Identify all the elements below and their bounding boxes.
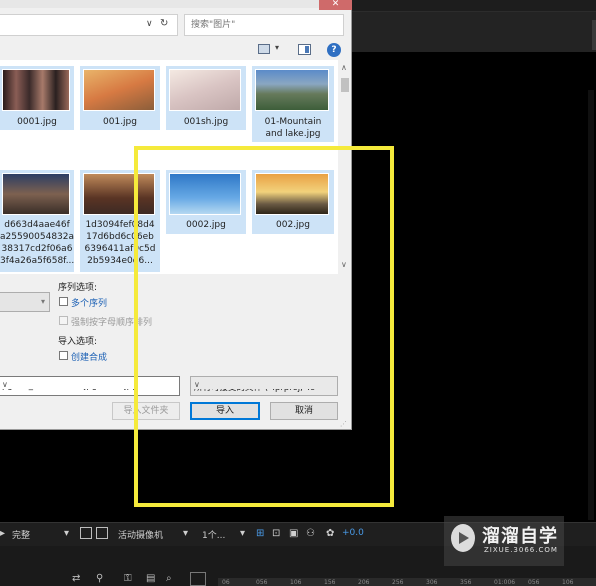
create-composition-label[interactable]: 创建合成 [71, 350, 107, 363]
timeline-tick-label: 056 [528, 579, 540, 586]
change-view-icon[interactable] [258, 44, 270, 54]
file-thumbnail [2, 173, 70, 215]
close-button[interactable]: ✕ [319, 0, 352, 10]
region-icon[interactable] [80, 527, 92, 539]
chevron-down-icon[interactable]: ∨ [146, 16, 156, 32]
refresh-icon[interactable]: ↻ [160, 16, 174, 32]
app-panel-header [350, 12, 596, 52]
lock-icon[interactable]: ⚿ [124, 573, 132, 584]
multi-sequence-label[interactable]: 多个序列 [71, 296, 107, 309]
exposure-icon[interactable]: ✿ [326, 528, 334, 539]
file-name: 001.jpg [103, 117, 137, 127]
view-dropdown-icon[interactable]: ▾ [275, 43, 279, 52]
app-title-bar [350, 0, 596, 12]
dialog-title-bar [0, 0, 352, 8]
file-name-line: 01-Mountain [264, 117, 322, 127]
camera-select[interactable]: 活动摄像机 [118, 528, 163, 541]
help-icon[interactable]: ? [327, 43, 341, 57]
multi-sequence-checkbox[interactable] [59, 297, 68, 306]
watermark-subtitle: ZIXUE.3066.COM [484, 546, 558, 554]
timeline-tick-label: 06 [222, 579, 230, 586]
timeline-tick-label: 206 [358, 579, 370, 586]
transparency-grid-icon[interactable] [96, 527, 108, 539]
resolution-select[interactable]: 完整 [12, 528, 30, 541]
views-select[interactable]: 1个... [202, 528, 225, 541]
file-thumbnail [169, 69, 241, 111]
file-name-line: d663d4aae46f [4, 220, 70, 230]
file-name-line: 38317cd2f06a6 [1, 244, 73, 254]
file-name-line: and lake.jpg [265, 129, 321, 139]
file-name: 01-Mountain and lake.jpg [252, 116, 334, 140]
search-input[interactable] [185, 15, 343, 35]
timeline-tick-label: 306 [426, 579, 438, 586]
format-select[interactable]: ▾ [0, 292, 50, 312]
file-name: 0001.jpg [17, 117, 57, 127]
exposure-value[interactable]: +0.0 [342, 528, 364, 538]
chevron-down-icon[interactable]: ▾ [240, 528, 245, 539]
sequence-options-heading: 序列选项: [58, 283, 98, 293]
file-name-line: a25590054832a [0, 232, 75, 242]
file-name: 001sh.jpg [183, 117, 229, 127]
chevron-down-icon: ▾ [40, 297, 45, 306]
watermark-logo-icon [451, 524, 475, 552]
graph-editor-icon[interactable]: ▤ [146, 573, 155, 584]
flowchart-icon[interactable]: ⚇ [306, 528, 315, 539]
timeline-tick-label: 256 [392, 579, 404, 586]
snapshot-icon[interactable]: ▣ [289, 528, 298, 539]
timeline-tick-label: 01:006 [494, 579, 516, 586]
timeline-tick-label: 106 [562, 579, 574, 586]
timeline-tick-label: 356 [460, 579, 472, 586]
file-thumbnail [2, 69, 70, 111]
pin-icon[interactable]: ⌕ [166, 573, 172, 584]
import-options-heading: 导入选项: [58, 337, 98, 347]
timeline-tick-label: 056 [256, 579, 268, 586]
file-thumbnail [255, 69, 329, 111]
scroll-up-icon[interactable]: ∧ [341, 63, 347, 72]
preview-pane-icon[interactable] [298, 44, 311, 55]
toolbar-arrow-icon[interactable]: ▸ [0, 528, 5, 539]
chevron-down-icon[interactable]: ▾ [64, 528, 69, 539]
file-thumbnail [83, 69, 155, 111]
grid-icon[interactable]: ⊡ [272, 528, 280, 539]
viewer-scrollbar[interactable] [588, 90, 594, 520]
fast-preview-icon[interactable]: ⊞ [256, 528, 264, 539]
timeline-tick-label: 156 [324, 579, 336, 586]
work-area-start-icon[interactable] [190, 572, 206, 586]
highlight-box [134, 146, 394, 507]
scroll-thumb[interactable] [341, 78, 349, 92]
file-name: d663d4aae46f a25590054832a 38317cd2f06a6… [0, 219, 74, 267]
force-alphabetical-checkbox [59, 316, 68, 325]
timeline-tool-icon[interactable]: ⇄ [72, 573, 80, 584]
chevron-down-icon[interactable]: ▾ [183, 528, 188, 539]
watermark-title: 溜溜自学 [482, 526, 558, 547]
timeline-tick-label: 106 [290, 579, 302, 586]
search-box[interactable] [184, 14, 344, 36]
file-name-line: 3f4a26a5f658f... [0, 256, 75, 266]
motion-blur-icon[interactable]: ⚲ [96, 573, 103, 584]
divider [592, 20, 596, 50]
create-composition-checkbox[interactable] [59, 351, 68, 360]
